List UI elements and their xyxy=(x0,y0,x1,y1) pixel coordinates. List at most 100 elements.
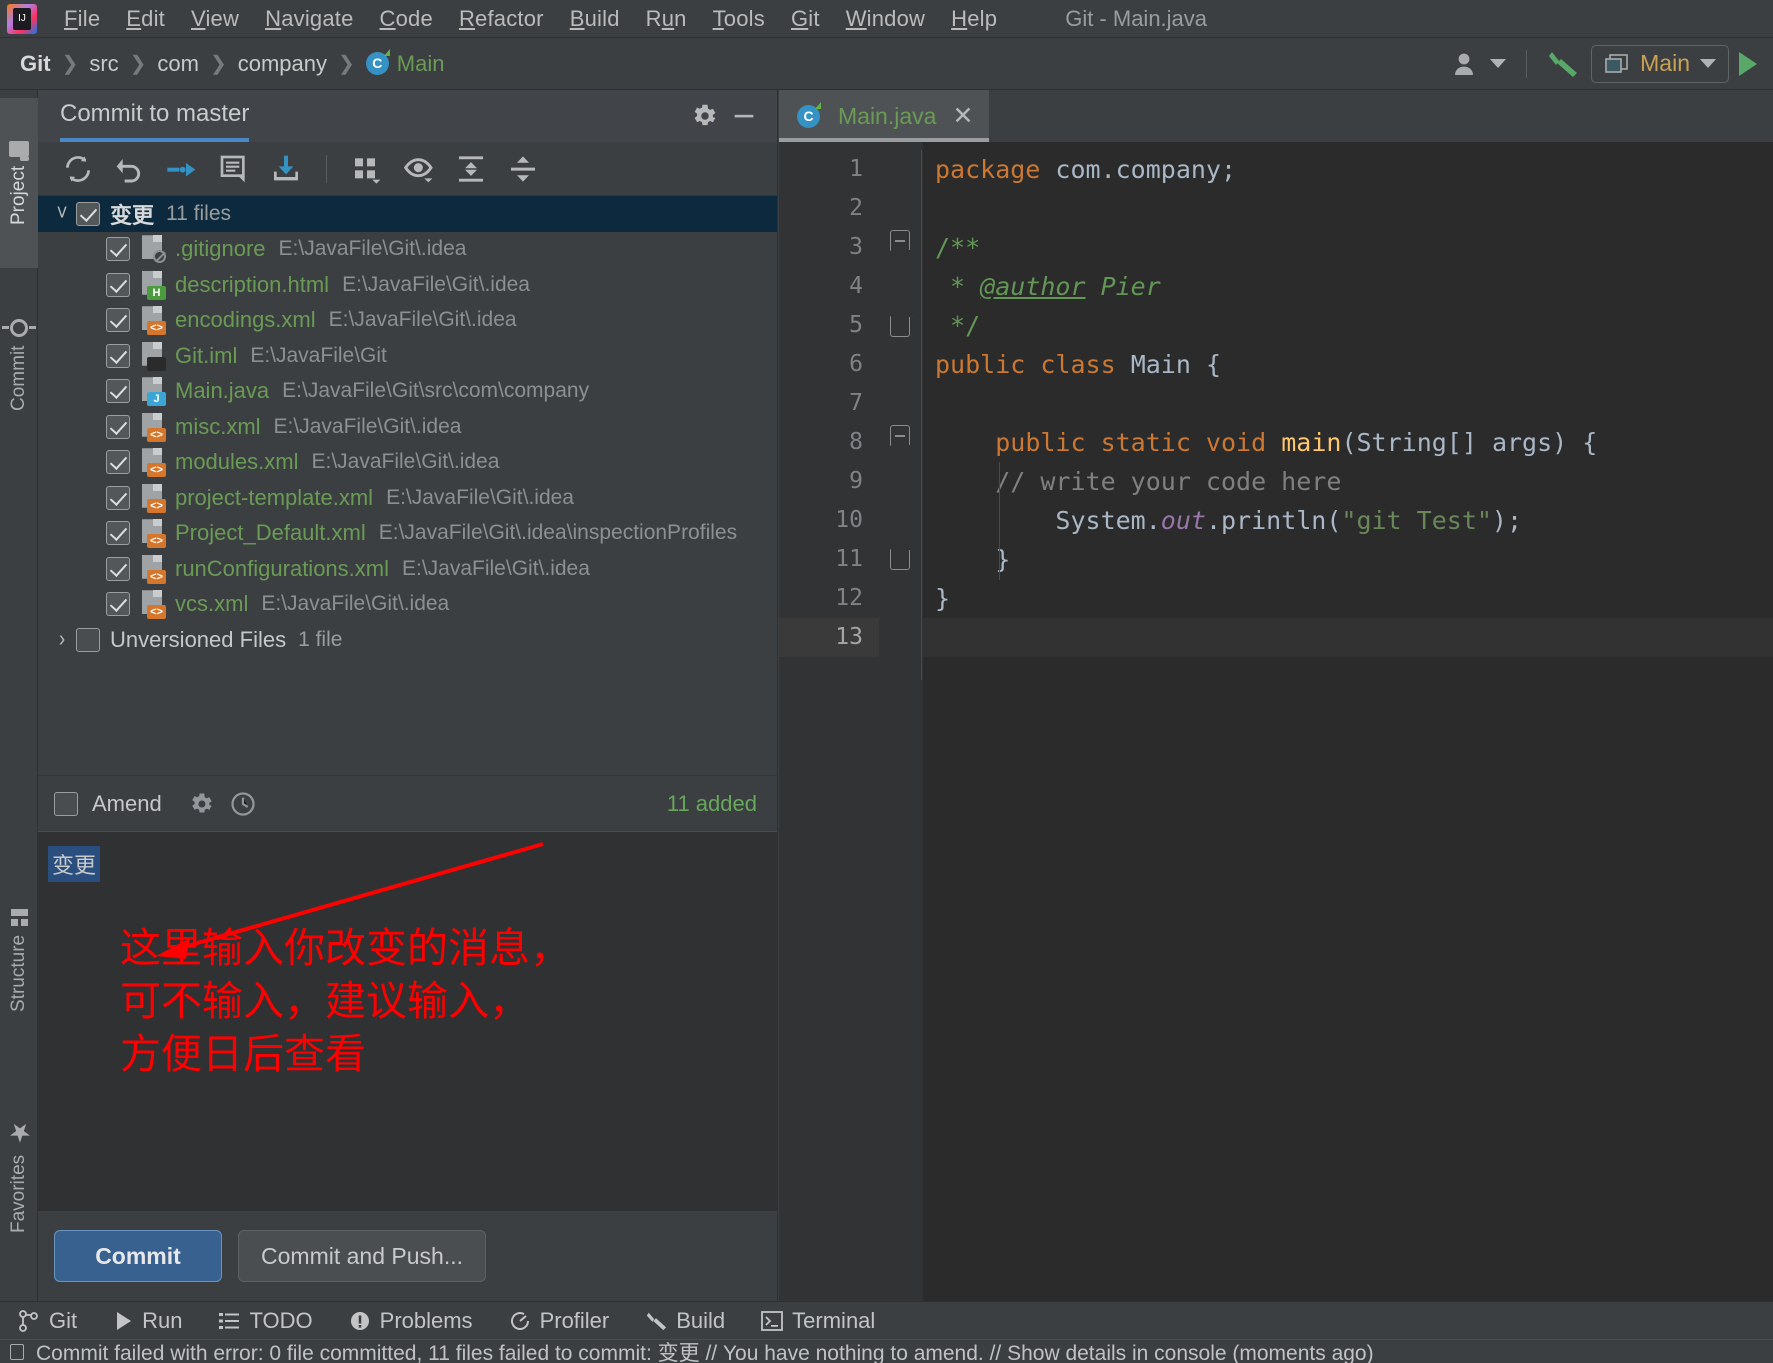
checkbox-changes-root[interactable] xyxy=(76,201,100,226)
bottom-tab-profiler[interactable]: Profiler xyxy=(491,1308,628,1334)
menu-item-build[interactable]: Build xyxy=(557,0,633,38)
sidebar-item-commit[interactable]: Commit xyxy=(0,276,38,454)
checkbox-unversioned[interactable] xyxy=(76,627,100,652)
fold-marker-close[interactable] xyxy=(890,550,910,570)
tab-commit-to-master[interactable]: Commit to master xyxy=(60,90,250,142)
chevron-right-icon[interactable]: › xyxy=(48,627,76,653)
menu-item-code[interactable]: Code xyxy=(367,0,446,38)
table-row[interactable]: <> modules.xml E:\JavaFile\Git\.idea xyxy=(38,445,777,481)
table-row[interactable]: <> misc.xml E:\JavaFile\Git\.idea xyxy=(38,409,777,445)
table-row[interactable]: .gitignore E:\JavaFile\Git\.idea xyxy=(38,232,777,268)
structure-icon xyxy=(10,908,28,927)
sidebar-item-favorites[interactable]: Favorites ★ xyxy=(0,1075,38,1275)
bottom-tab-problems[interactable]: Problems xyxy=(331,1308,491,1334)
table-row[interactable]: <> Project_Default.xml E:\JavaFile\Git\.… xyxy=(38,516,777,552)
chevron-down-icon xyxy=(1700,59,1716,68)
commit-tool-window: Commit to master ˅ 变更 11 files .gitignor… xyxy=(38,90,778,1301)
user-account-button[interactable] xyxy=(1443,44,1516,84)
menu-item-edit[interactable]: Edit xyxy=(113,0,178,38)
menu-item-help[interactable]: Help xyxy=(938,0,1010,38)
rollback-button[interactable] xyxy=(106,147,154,191)
checkbox-file[interactable] xyxy=(106,521,130,546)
checkbox-file[interactable] xyxy=(106,485,130,510)
menu-item-navigate[interactable]: Navigate xyxy=(252,0,366,38)
table-row[interactable]: Git.iml E:\JavaFile\Git xyxy=(38,338,777,374)
commit-history-button[interactable] xyxy=(226,787,260,821)
table-row[interactable]: <> vcs.xml E:\JavaFile\Git\.idea xyxy=(38,587,777,623)
build-project-button[interactable] xyxy=(1537,44,1591,84)
fold-marker-close[interactable] xyxy=(890,317,910,337)
line-number: 10 xyxy=(835,507,863,533)
collapse-all-button[interactable] xyxy=(499,147,547,191)
sidebar-item-project[interactable]: Project xyxy=(0,98,38,268)
checkbox-file[interactable] xyxy=(106,556,130,581)
group-by-button[interactable] xyxy=(343,147,391,191)
menu-item-run[interactable]: Run xyxy=(633,0,700,38)
bottom-tab-build[interactable]: Build xyxy=(627,1308,743,1334)
code-editor[interactable]: 1 2 3 4 5 6 7 8 9 10 11 12 13 package co… xyxy=(779,142,1773,1301)
file-path: E:\JavaFile\Git xyxy=(250,343,387,367)
table-row[interactable]: <> encodings.xml E:\JavaFile\Git\.idea xyxy=(38,303,777,339)
breadcrumb-item-main[interactable]: Main xyxy=(397,51,445,77)
bottom-tab-todo[interactable]: TODO xyxy=(200,1308,330,1334)
settings-button[interactable] xyxy=(687,99,721,133)
breadcrumb-item-git[interactable]: Git xyxy=(20,51,51,77)
menu-item-file[interactable]: File xyxy=(51,0,113,38)
checkbox-file[interactable] xyxy=(106,379,130,404)
breadcrumb-item-company[interactable]: company xyxy=(238,51,327,77)
checkbox-file[interactable] xyxy=(106,414,130,439)
menu-item-view[interactable]: View xyxy=(178,0,252,38)
refresh-changes-button[interactable] xyxy=(54,147,102,191)
expand-all-button[interactable] xyxy=(447,147,495,191)
breadcrumb-item-com[interactable]: com xyxy=(157,51,199,77)
breadcrumb-item-src[interactable]: src xyxy=(89,51,118,77)
run-configuration-selector[interactable]: Main xyxy=(1591,44,1729,83)
commit-options-button[interactable] xyxy=(184,787,218,821)
menu-item-git[interactable]: Git xyxy=(778,0,833,38)
tree-row-unversioned-files[interactable]: › Unversioned Files 1 file xyxy=(38,622,777,658)
update-project-button[interactable] xyxy=(262,147,310,191)
bottom-tab-run[interactable]: Run xyxy=(95,1308,200,1334)
checkbox-amend[interactable] xyxy=(54,791,78,816)
show-details-button[interactable] xyxy=(210,147,258,191)
menu-item-tools[interactable]: Tools xyxy=(700,0,778,38)
sidebar-item-structure[interactable]: Structure xyxy=(0,860,38,1060)
checkbox-file[interactable] xyxy=(106,237,130,262)
bottom-tab-terminal[interactable]: Terminal xyxy=(743,1308,893,1334)
file-name: description.html xyxy=(175,271,330,297)
tab-main-java[interactable]: Main.java ✕ xyxy=(779,90,990,142)
checkbox-file[interactable] xyxy=(106,592,130,617)
bottom-tab-git[interactable]: Git xyxy=(0,1308,95,1334)
checkbox-file[interactable] xyxy=(106,450,130,475)
tree-row-changes-root[interactable]: ˅ 变更 11 files xyxy=(38,196,777,232)
code-text-area[interactable]: package com.company; /** * @author Pier … xyxy=(923,142,1773,1301)
chevron-down-icon[interactable]: ˅ xyxy=(48,201,76,227)
checkbox-file[interactable] xyxy=(106,343,130,368)
breadcrumb: Git ❯ src ❯ com ❯ company ❯ Main xyxy=(20,49,445,77)
fold-marker-open[interactable] xyxy=(890,230,910,250)
menu-item-refactor[interactable]: Refactor xyxy=(446,0,557,38)
commit-and-push-button[interactable]: Commit and Push... xyxy=(238,1230,486,1282)
table-row[interactable]: J Main.java E:\JavaFile\Git\src\com\comp… xyxy=(38,374,777,410)
menu-item-window[interactable]: Window xyxy=(833,0,938,38)
fold-marker-open[interactable] xyxy=(890,425,910,445)
table-row[interactable]: <> project-template.xml E:\JavaFile\Git\… xyxy=(38,480,777,516)
commit-panel-header-actions xyxy=(687,99,777,133)
git-branch-icon xyxy=(19,1309,38,1332)
show-diff-button[interactable] xyxy=(158,147,206,191)
changes-tree[interactable]: ˅ 变更 11 files .gitignore E:\JavaFile\Git… xyxy=(38,196,777,775)
file-name: misc.xml xyxy=(175,413,261,439)
commit-message-input[interactable]: 变更 这里输入你改变的消息， 可不输入，建议输入， 方便日后查看 xyxy=(38,831,777,1211)
preview-diff-button[interactable] xyxy=(395,147,443,191)
table-row[interactable]: <> runConfigurations.xml E:\JavaFile\Git… xyxy=(38,551,777,587)
commit-button[interactable]: Commit xyxy=(54,1230,222,1282)
checkbox-file[interactable] xyxy=(106,272,130,297)
run-button[interactable] xyxy=(1729,44,1767,84)
checkbox-file[interactable] xyxy=(106,308,130,333)
minimize-button[interactable] xyxy=(727,99,761,133)
code-folding-column[interactable] xyxy=(879,142,923,1301)
code-line: */ xyxy=(935,311,981,340)
notification-icon[interactable] xyxy=(10,1343,24,1360)
table-row[interactable]: H description.html E:\JavaFile\Git\.idea xyxy=(38,267,777,303)
close-icon[interactable]: ✕ xyxy=(952,103,973,129)
